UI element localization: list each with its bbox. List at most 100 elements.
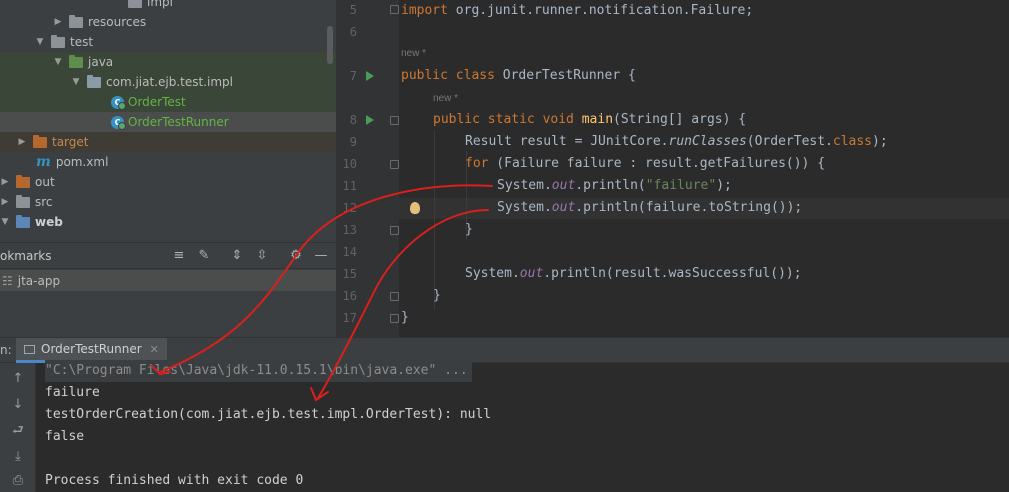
maven-icon: m <box>36 154 51 170</box>
run-panel: n: OrderTestRunner ✕ ↑ ↓ ⮐ ⤓ ⎙ "C:\Progr… <box>0 337 1009 492</box>
folder-icon <box>16 174 30 188</box>
chevron-right-icon[interactable]: ▶ <box>0 197 10 207</box>
line-number: 14 <box>342 245 357 259</box>
console-output-line: testOrderCreation(com.jiat.ejb.test.impl… <box>45 407 492 422</box>
line-number: 9 <box>349 135 357 149</box>
tree-item-java[interactable]: ▼ java <box>0 52 336 72</box>
tree-item-src[interactable]: ▶ src <box>0 192 336 212</box>
tree-item-label: src <box>35 195 53 209</box>
run-class-icon[interactable] <box>366 71 374 81</box>
line-number: 6 <box>349 25 357 39</box>
bookmarks-header: okmarks ≡ ✎ ⇕ ⇳ ⚙ — <box>0 243 336 269</box>
code-line-16: } <box>433 288 441 303</box>
tree-item-label: target <box>52 135 89 149</box>
code-line-8: public static void main(String[] args) { <box>433 112 747 127</box>
tree-item-out[interactable]: ▶ out <box>0 172 336 192</box>
chevron-down-icon[interactable]: ▼ <box>35 37 45 47</box>
close-icon[interactable]: ✕ <box>150 343 159 356</box>
console-command: "C:\Program Files\Java\jdk-11.0.15.1\bin… <box>45 360 472 382</box>
line-number: 10 <box>342 157 357 171</box>
line-number: 16 <box>342 289 357 303</box>
line-number: 11 <box>342 179 357 193</box>
tree-item-label: OrderTest <box>128 95 186 109</box>
run-main-icon[interactable] <box>366 115 374 125</box>
folder-icon <box>128 0 142 8</box>
code-editor[interactable]: 5 6 7 8 9 10 11 12 13 14 15 16 17 import… <box>336 0 1009 337</box>
tree-scrollbar[interactable] <box>327 26 333 64</box>
code-line-11: System.out.println("failure"); <box>497 178 732 193</box>
fold-icon[interactable] <box>390 5 399 14</box>
tree-item-ordertest[interactable]: C OrderTest <box>0 92 336 112</box>
line-number: 7 <box>349 69 357 83</box>
code-line-7: public class OrderTestRunner { <box>401 68 636 83</box>
line-number: 15 <box>342 267 357 281</box>
code-line-13: } <box>465 222 473 237</box>
chevron-down-icon[interactable]: ▼ <box>0 217 10 227</box>
tree-item-test[interactable]: ▼ test <box>0 32 336 52</box>
line-number: 17 <box>342 311 357 325</box>
fold-icon[interactable] <box>390 226 399 235</box>
arrow-up-icon[interactable]: ↑ <box>10 371 26 387</box>
tree-item-label: com.jiat.ejb.test.impl <box>106 75 233 89</box>
package-icon <box>87 74 101 88</box>
bookmarks-title: okmarks <box>0 249 52 263</box>
java-class-icon: C <box>111 95 126 110</box>
folder-icon <box>69 14 83 28</box>
code-line-9: Result result = JUnitCore.runClasses(Ord… <box>465 134 888 149</box>
fold-icon[interactable] <box>390 292 399 301</box>
tree-item-resources[interactable]: ▶ resources <box>0 12 336 32</box>
bookmarks-panel: okmarks ≡ ✎ ⇕ ⇳ ⚙ — ☷ jta-app <box>0 242 336 337</box>
console-output-line: false <box>45 429 85 444</box>
chevron-down-icon[interactable]: ▼ <box>71 77 81 87</box>
scroll-to-end-icon[interactable]: ⤓ <box>10 449 26 465</box>
console-icon <box>24 344 35 354</box>
code-line-10: for (Failure failure : result.getFailure… <box>465 156 826 171</box>
java-class-icon: C <box>111 115 126 130</box>
tree-item-label: pom.xml <box>55 155 109 169</box>
minimize-icon[interactable]: — <box>313 248 329 264</box>
soft-wrap-icon[interactable]: ⮐ <box>10 423 26 439</box>
chevron-right-icon[interactable]: ▶ <box>0 177 10 187</box>
tree-item-label: resources <box>88 15 147 29</box>
code-line-15: System.out.println(result.wasSuccessful(… <box>465 266 802 281</box>
web-folder-icon <box>16 214 30 228</box>
bookmark-list-icon: ☷ <box>2 273 13 288</box>
fold-icon[interactable] <box>390 160 399 169</box>
edit-icon[interactable]: ✎ <box>196 248 212 264</box>
arrow-down-icon[interactable]: ↓ <box>10 397 26 413</box>
author-hint: new * <box>433 93 459 104</box>
bookmark-item[interactable]: ☷ jta-app <box>0 270 336 291</box>
project-tree: impl ▶ resources ▼ test ▼ java ▼ com.jia… <box>0 0 336 242</box>
tree-item-label: impl <box>147 0 173 9</box>
tree-item-label: OrderTestRunner <box>128 115 229 129</box>
tree-item-label: web <box>35 215 63 229</box>
expand-all-icon[interactable]: ⇕ <box>229 248 245 264</box>
fold-icon[interactable] <box>390 116 399 125</box>
collapse-all-icon[interactable]: ⇳ <box>254 248 270 264</box>
tree-item-label: java <box>88 55 114 69</box>
indent-guide <box>434 130 435 310</box>
chevron-down-icon[interactable]: ▼ <box>53 57 63 67</box>
tree-item-pom[interactable]: m pom.xml <box>0 152 336 172</box>
tree-item-ordertestrunner[interactable]: C OrderTestRunner <box>0 112 336 132</box>
fold-icon[interactable] <box>390 314 399 323</box>
author-hint: new * <box>401 48 427 59</box>
gear-icon[interactable]: ⚙ <box>288 248 304 264</box>
chevron-right-icon[interactable]: ▶ <box>53 17 63 27</box>
tree-item-label: test <box>70 35 94 49</box>
console-exit-line: Process finished with exit code 0 <box>45 473 304 488</box>
print-icon[interactable]: ⎙ <box>10 473 26 489</box>
add-list-icon[interactable]: ≡ <box>171 248 187 264</box>
line-number: 8 <box>349 113 357 127</box>
tree-item-target[interactable]: ▶ target <box>0 132 336 152</box>
code-line-12: System.out.println(failure.toString()); <box>497 200 803 215</box>
tree-item-web[interactable]: ▼ web <box>0 212 336 232</box>
chevron-right-icon[interactable]: ▶ <box>17 137 27 147</box>
tree-item-package[interactable]: ▼ com.jiat.ejb.test.impl <box>0 72 336 92</box>
run-label: n: <box>0 343 12 357</box>
folder-icon <box>33 134 47 148</box>
folder-icon <box>51 34 65 48</box>
tree-item-impl[interactable]: impl <box>0 0 336 12</box>
lightbulb-icon[interactable] <box>410 202 420 214</box>
bookmark-item-label: jta-app <box>17 273 61 288</box>
